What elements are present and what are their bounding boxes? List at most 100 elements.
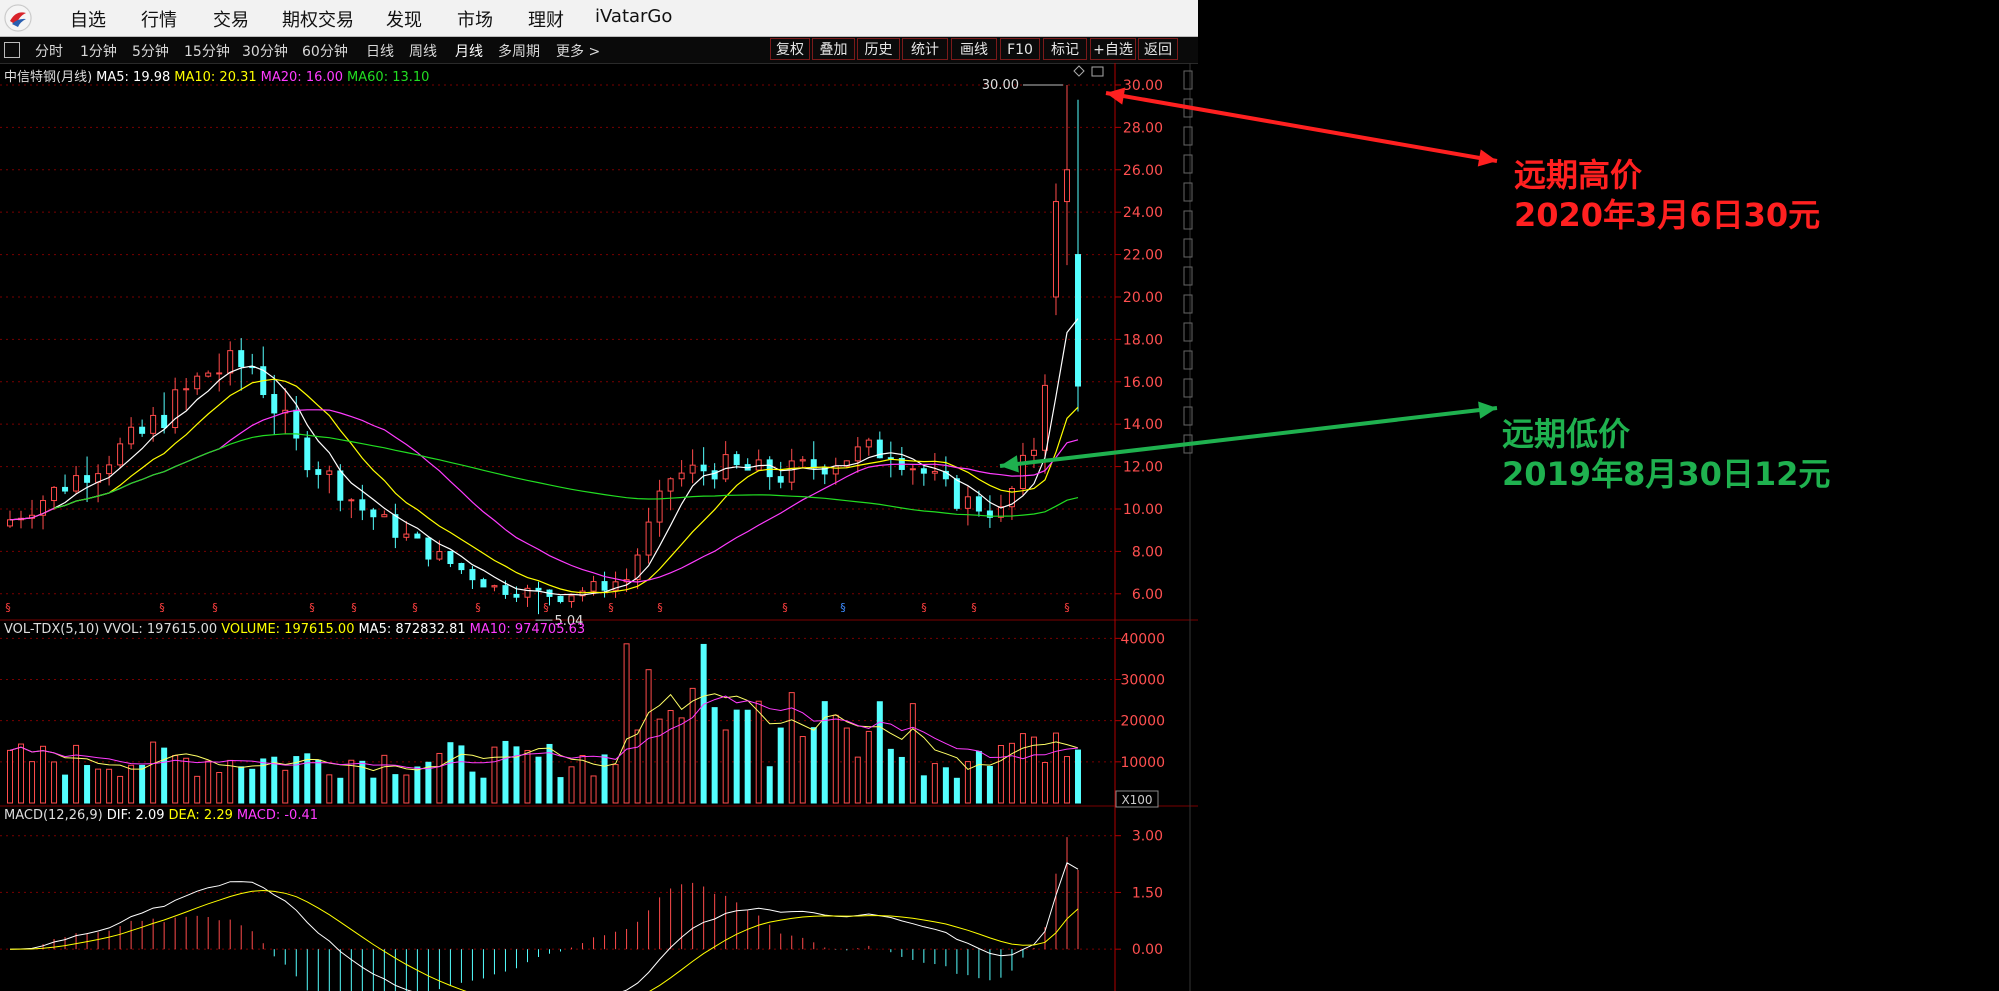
tool-button-3[interactable]: 统计 [902, 38, 948, 60]
price-tick-label: 8.00 [1132, 544, 1163, 560]
price-tick-label: 6.00 [1132, 587, 1163, 603]
volume-bar [491, 746, 498, 804]
event-marker-icon: § [351, 601, 357, 614]
ma10-line [9, 378, 1079, 594]
price-tick-label: 30.00 [1123, 78, 1163, 94]
price-panel-title: 中信特钢(月线) [4, 70, 93, 85]
volume-bar [315, 759, 322, 804]
tool-button-7[interactable]: +自选 [1090, 38, 1136, 60]
price-tick-label: 10.00 [1123, 502, 1163, 518]
macd-panel-title: MACD(12,26,9) [4, 808, 103, 823]
volume-tick-label: 10000 [1120, 755, 1165, 771]
high-price-label: 30.00 [982, 78, 1019, 93]
candle-body [304, 437, 311, 471]
event-marker-icon: § [657, 601, 663, 614]
candle-body [117, 443, 124, 466]
info-column-stub [1183, 182, 1193, 202]
period-tab-6[interactable]: 日线 [366, 41, 394, 61]
period-tab-0[interactable]: 分时 [35, 41, 63, 61]
period-tab-10[interactable]: 更多 > [556, 41, 600, 61]
tool-button-8[interactable]: 返回 [1138, 38, 1178, 60]
candle-body [216, 372, 223, 375]
ma60-line [53, 433, 1079, 517]
event-marker-icon: § [475, 601, 481, 614]
volume-ma5-legend: MA5: 872832.81 [358, 622, 466, 637]
candle-body [238, 350, 245, 368]
candle-body [51, 486, 58, 502]
ma5-line [9, 318, 1079, 596]
period-tab-3[interactable]: 15分钟 [184, 41, 230, 61]
candle-body [106, 464, 113, 475]
candle-body [194, 375, 201, 390]
nav-item-7[interactable]: iVatarGo [595, 6, 672, 27]
annotation-high-detail: 2020年3月6日30元 [1514, 196, 1821, 234]
period-tab-1[interactable]: 1分钟 [80, 41, 117, 61]
info-column-stub [1183, 126, 1193, 146]
price-tick-label: 22.00 [1123, 248, 1163, 264]
candle-body [337, 470, 344, 501]
nav-item-5[interactable]: 市场 [457, 6, 493, 32]
ma20-legend: MA20: 16.00 [260, 70, 344, 85]
nav-item-3[interactable]: 期权交易 [282, 6, 354, 32]
info-column-stub [1183, 406, 1193, 426]
event-marker-icon: § [412, 601, 418, 614]
candle-body [348, 499, 355, 502]
vvol-legend: VVOL: 197615.00 [103, 622, 218, 637]
tool-button-2[interactable]: 历史 [857, 38, 900, 60]
tool-button-5[interactable]: F10 [1000, 38, 1040, 60]
nav-item-4[interactable]: 发现 [386, 6, 422, 32]
price-tick-label: 18.00 [1123, 332, 1163, 348]
period-tab-8[interactable]: 月线 [455, 41, 483, 61]
tool-button-1[interactable]: 叠加 [812, 38, 855, 60]
candle-body [84, 475, 91, 483]
info-column-stub [1183, 238, 1193, 258]
volume-bar [799, 736, 806, 804]
volume-bar [84, 765, 91, 804]
period-tab-9[interactable]: 多周期 [498, 41, 540, 61]
nav-item-2[interactable]: 交易 [213, 6, 249, 32]
period-tab-7[interactable]: 周线 [409, 41, 437, 61]
candle-body [7, 519, 13, 527]
candle-body [403, 533, 410, 538]
candle-body [953, 478, 960, 509]
volume-bar [1063, 756, 1070, 804]
chart-area[interactable]: 30.00 28.00 26.00 24.00 22.00 20.00 18.00 16.00… [0, 63, 1198, 991]
candle-body [139, 426, 146, 434]
volume-bar [293, 756, 300, 804]
nav-item-0[interactable]: 自选 [70, 6, 106, 32]
volume-bar [51, 761, 58, 804]
candle-body [502, 585, 509, 595]
candle-body [1019, 454, 1026, 489]
tool-button-4[interactable]: 画线 [951, 38, 997, 60]
period-tab-4[interactable]: 30分钟 [242, 41, 288, 61]
volume-bar [1041, 762, 1048, 804]
tool-button-0[interactable]: 复权 [770, 38, 810, 60]
candle-body [931, 470, 938, 474]
candle-body [128, 426, 135, 445]
period-tab-2[interactable]: 5分钟 [132, 41, 169, 61]
candle-body [1063, 169, 1070, 203]
volume-bar [656, 718, 663, 804]
ma60-legend: MA60: 13.10 [347, 70, 430, 85]
candle-body [645, 521, 652, 556]
candle-body [425, 537, 432, 560]
nav-item-6[interactable]: 理财 [528, 6, 564, 32]
candle-body [788, 460, 795, 483]
event-marker-icon: § [5, 601, 11, 614]
price-tick-label: 28.00 [1123, 120, 1163, 136]
volume-bar [480, 777, 487, 804]
panel-toggle-icon[interactable] [4, 42, 20, 58]
volume-bar [216, 772, 223, 804]
event-marker-icon: § [1064, 601, 1070, 614]
candle-body [601, 581, 608, 591]
period-tab-5[interactable]: 60分钟 [302, 41, 348, 61]
volume-bar [898, 756, 905, 804]
candle-body [920, 468, 927, 474]
volume-legend: VOLUME: 197615.00 [221, 622, 355, 637]
nav-item-1[interactable]: 行情 [141, 6, 177, 32]
info-column-stub [1183, 350, 1193, 370]
candle-body [656, 490, 663, 523]
volume-bar [623, 643, 630, 804]
candle-body [909, 468, 916, 471]
tool-button-6[interactable]: 标记 [1043, 38, 1087, 60]
